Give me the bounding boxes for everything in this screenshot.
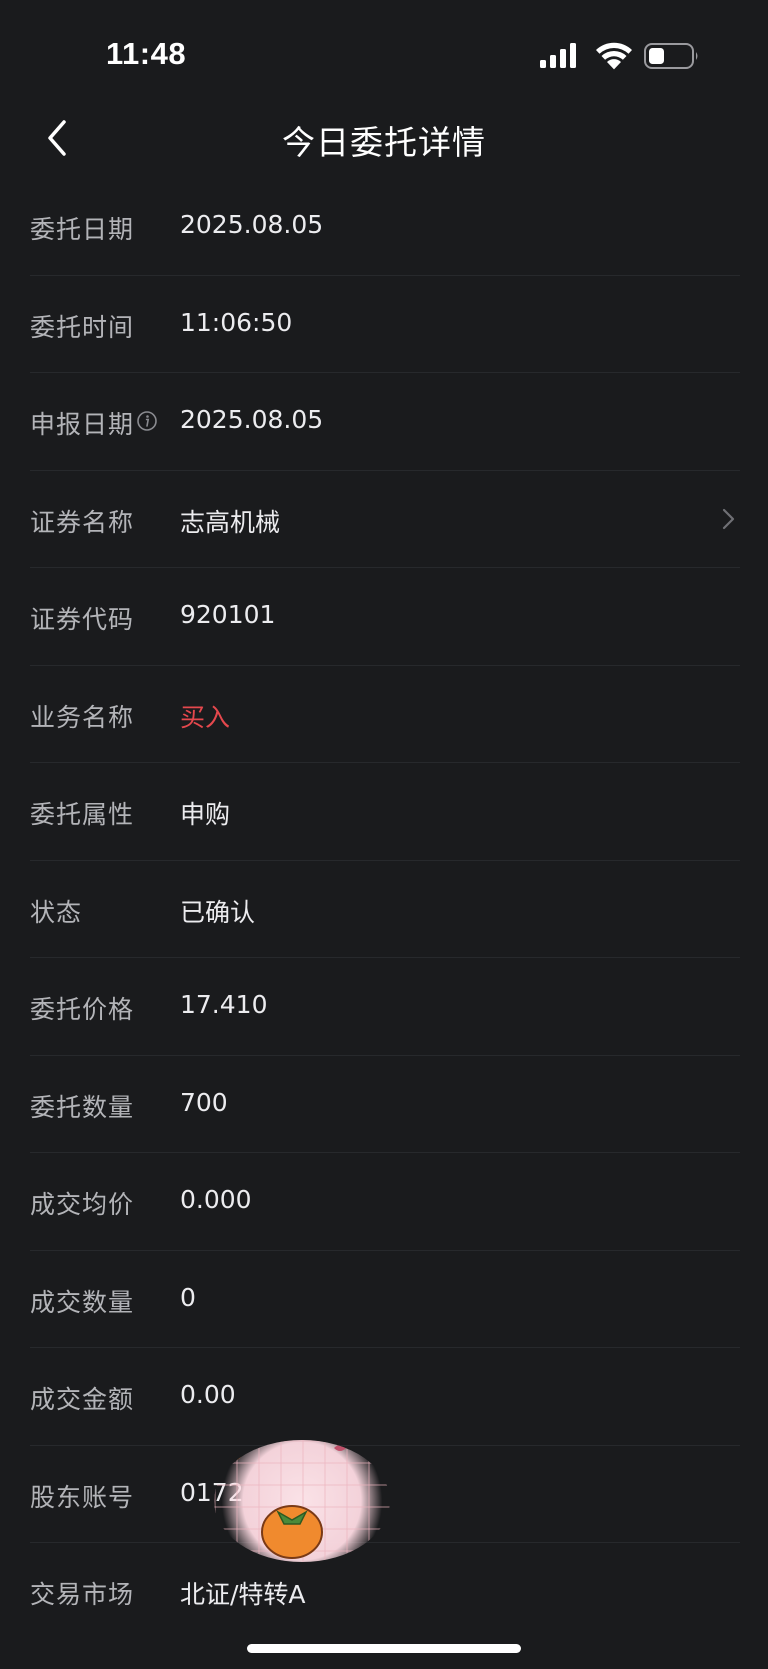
- row-value: 0.00: [180, 1380, 236, 1409]
- row-value: 志高机械: [180, 507, 281, 537]
- row-label: 股东账号: [30, 1482, 135, 1512]
- row-label-group: 申报日期: [30, 405, 158, 441]
- row-label: 委托价格: [30, 995, 135, 1024]
- status-bar: 11:48: [0, 0, 768, 92]
- row-value: 11:06:50: [180, 307, 293, 337]
- row-label: 申报日期: [30, 410, 135, 439]
- row-status: 状态 已确认: [30, 861, 740, 958]
- row-value: 920101: [180, 600, 276, 629]
- row-value: 0.000: [180, 1185, 252, 1214]
- nav-bar: 今日委托详情: [0, 100, 768, 176]
- cellular-signal-icon: [540, 43, 576, 68]
- page-title: 今日委托详情: [282, 123, 486, 162]
- wifi-icon: [596, 42, 632, 70]
- row-business-name: 业务名称 买入: [30, 666, 740, 763]
- row-label: 委托日期: [30, 215, 135, 244]
- row-label: 委托属性: [30, 800, 135, 829]
- privacy-sticker: [214, 1440, 390, 1562]
- info-icon[interactable]: [136, 409, 158, 438]
- row-label: 成交数量: [30, 1287, 135, 1317]
- status-time: 11:48: [106, 36, 187, 71]
- chevron-right-icon: [722, 508, 735, 529]
- status-icons: [540, 40, 700, 72]
- battery-icon: [644, 43, 698, 69]
- row-order-quantity: 委托数量 700: [30, 1056, 740, 1153]
- row-label: 交易市场: [30, 1580, 135, 1609]
- row-order-date: 委托日期 2025.08.05: [30, 178, 740, 276]
- row-label: 证券代码: [30, 605, 135, 634]
- row-filled-amount: 成交金额 0.00: [30, 1348, 740, 1446]
- home-indicator[interactable]: [247, 1644, 521, 1653]
- persimmon-icon: [214, 1440, 346, 1559]
- row-value: 北证/特转A: [180, 1580, 306, 1609]
- row-avg-price: 成交均价 0.000: [30, 1153, 740, 1251]
- row-value: 2025.08.05: [180, 210, 324, 239]
- row-order-attribute: 委托属性 申购: [30, 763, 740, 861]
- detail-list: 委托日期 2025.08.05 委托时间 11:06:50 申报日期 2025.…: [0, 178, 768, 1641]
- row-order-price: 委托价格 17.410: [30, 958, 740, 1056]
- row-label: 业务名称: [30, 702, 135, 732]
- row-order-time: 委托时间 11:06:50: [30, 276, 740, 373]
- row-declare-date: 申报日期 2025.08.05: [30, 373, 740, 471]
- row-value: 买入: [180, 702, 231, 732]
- row-value: 2025.08.05: [180, 405, 324, 434]
- row-security-name[interactable]: 证券名称 志高机械: [30, 471, 740, 568]
- row-label: 委托时间: [30, 312, 135, 342]
- row-label: 成交金额: [30, 1385, 135, 1414]
- row-label: 成交均价: [30, 1190, 135, 1219]
- row-value: 0: [180, 1282, 196, 1312]
- row-label: 状态: [30, 897, 83, 927]
- row-security-code: 证券代码 920101: [30, 568, 740, 666]
- row-filled-quantity: 成交数量 0: [30, 1251, 740, 1348]
- row-value: 700: [180, 1087, 228, 1117]
- row-value: 申购: [180, 800, 231, 829]
- row-label: 证券名称: [30, 507, 135, 537]
- row-value: 17.410: [180, 990, 268, 1019]
- row-label: 委托数量: [30, 1092, 135, 1122]
- row-value: 已确认: [180, 897, 256, 927]
